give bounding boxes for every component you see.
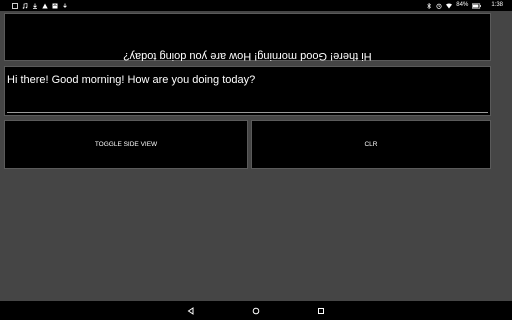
message-input[interactable]: Hi there! Good morning! How are you doin… <box>7 74 255 86</box>
toggle-side-view-button[interactable]: TOGGLE SIDE VIEW <box>4 120 248 169</box>
home-icon[interactable] <box>249 304 263 318</box>
back-icon[interactable] <box>184 304 198 318</box>
download-icon <box>32 3 38 9</box>
recents-icon[interactable] <box>314 304 328 318</box>
music-icon <box>22 2 28 9</box>
clock: 1:38 <box>491 2 503 8</box>
wifi-icon <box>446 3 453 9</box>
warning-icon <box>42 3 48 9</box>
alarm-icon <box>436 3 442 9</box>
battery-icon <box>472 3 482 9</box>
status-left-icons <box>12 0 68 11</box>
battery-percent: 84% <box>456 2 469 8</box>
notification-icon <box>12 2 18 9</box>
navigation-bar <box>0 301 512 320</box>
message-input-panel[interactable]: Hi there! Good morning! How are you doin… <box>4 66 491 116</box>
sync-icon <box>52 3 58 9</box>
clear-button[interactable]: CLR <box>251 120 491 169</box>
download-icon <box>62 3 68 9</box>
bluetooth-icon <box>426 2 432 9</box>
flipped-display-panel: Hi there! Good morning! How are you doin… <box>4 13 491 62</box>
flipped-display-text: Hi there! Good morning! How are you doin… <box>123 50 372 62</box>
status-bar: 84% 1:38 <box>0 0 512 11</box>
status-right-icons: 84% 1:38 <box>426 0 503 11</box>
input-underline <box>7 112 488 113</box>
